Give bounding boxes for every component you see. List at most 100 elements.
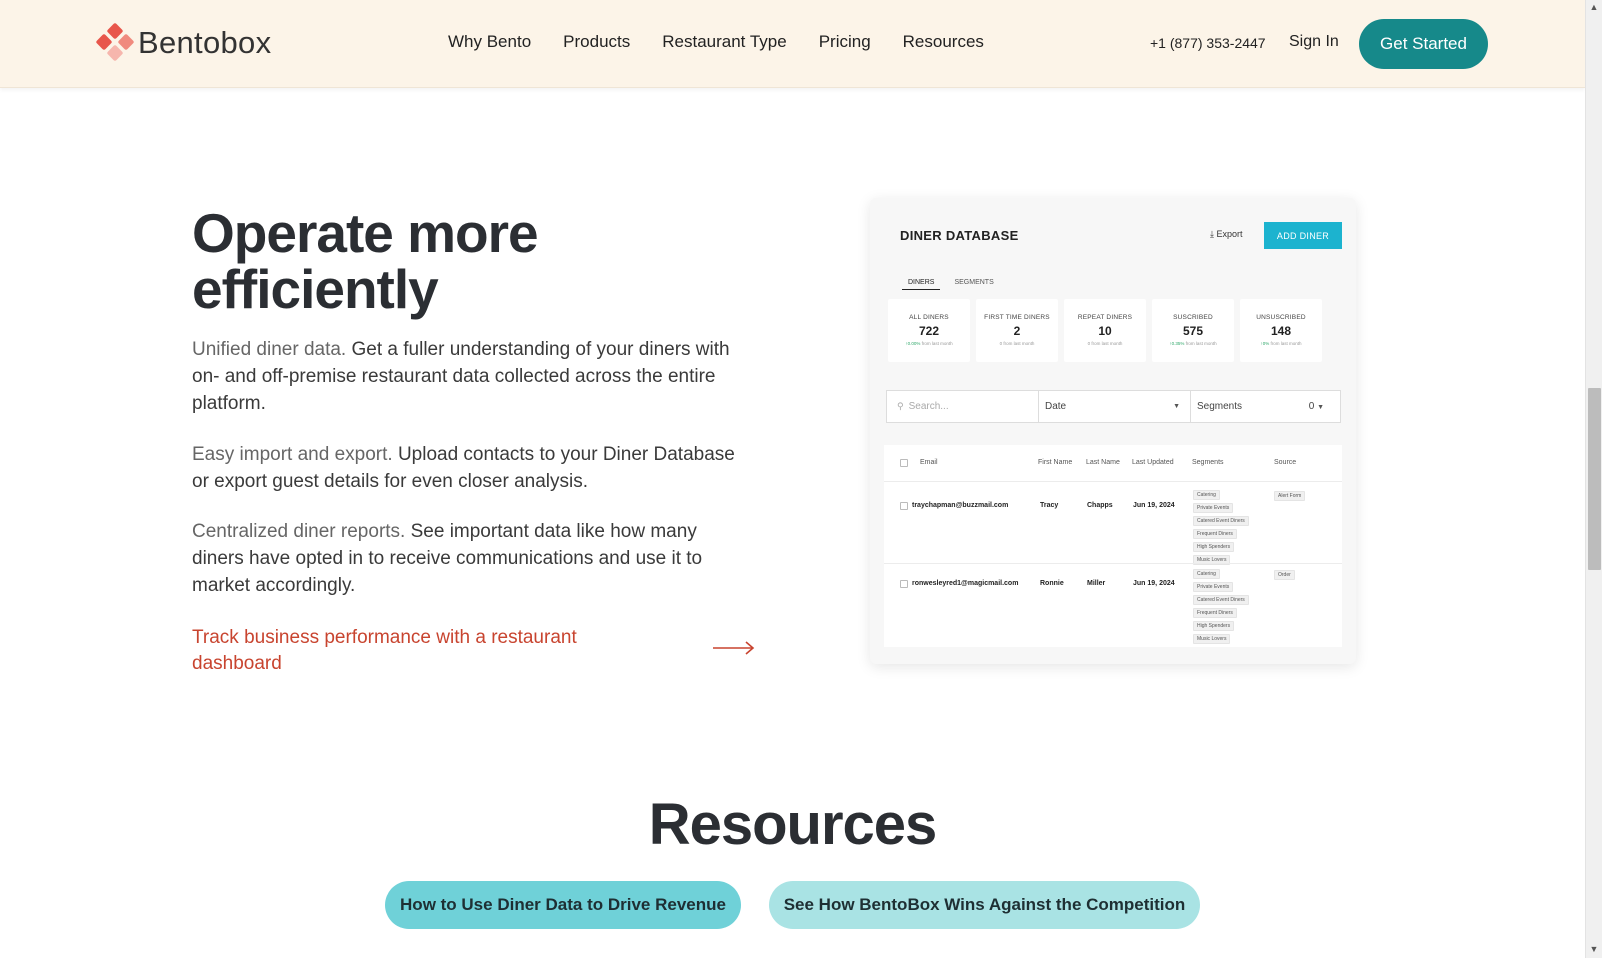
segment-tag: Catering <box>1193 490 1220 500</box>
resource-competition-button[interactable]: See How BentoBox Wins Against the Compet… <box>769 881 1200 929</box>
download-icon: ⤓ <box>1210 229 1214 239</box>
segment-tag: Catering <box>1193 569 1220 579</box>
bento-logo-icon <box>95 22 135 62</box>
main-nav: Why Bento Products Restaurant Type Prici… <box>448 32 1016 52</box>
segment-tag: Frequent Diners <box>1193 608 1237 618</box>
diner-database-title: DINER DATABASE <box>900 228 1019 243</box>
stat-change: 0 from last month <box>976 341 1058 346</box>
scroll-up-icon[interactable]: ▲ <box>1589 2 1599 12</box>
scroll-down-icon[interactable]: ▼ <box>1589 944 1599 954</box>
tab-diners[interactable]: DINERS <box>902 279 941 290</box>
caret-down-icon: ▼ <box>1173 403 1180 410</box>
stat-change: ↑0% from last month <box>1240 341 1322 346</box>
stat-change-text: from last month <box>1185 341 1217 346</box>
stats-row: ALL DINERS 722 ↑0.00% from last month FI… <box>888 299 1322 362</box>
tab-segments[interactable]: SEGMENTS <box>954 279 993 290</box>
segments-dropdown[interactable]: Segments 0 ▼ <box>1191 391 1340 422</box>
select-all-checkbox[interactable] <box>900 459 908 467</box>
filter-bar: ⚲ Search... Date ▼ Segments 0 ▼ <box>886 390 1341 423</box>
column-source[interactable]: Source <box>1274 459 1296 466</box>
stat-change-text: 0 from last month <box>999 341 1035 346</box>
paragraph-import-export: Easy import and export. Upload contacts … <box>192 441 752 495</box>
paragraph-lead: Easy import and export. <box>192 444 393 465</box>
export-label: Export <box>1216 229 1243 239</box>
stat-change-text: 0 from last month <box>1087 341 1123 346</box>
stat-label: UNSUSCRIBED <box>1256 314 1306 321</box>
stat-label: FIRST TIME DINERS <box>984 314 1050 321</box>
stat-value: 2 <box>1013 324 1021 338</box>
search-input[interactable]: ⚲ Search... <box>887 391 1039 422</box>
phone-link[interactable]: +1 (877) 353-2447 <box>1150 35 1266 51</box>
export-button[interactable]: ⤓ Export <box>1210 229 1243 240</box>
segment-tag: Private Events <box>1193 582 1234 592</box>
nav-resources[interactable]: Resources <box>903 32 984 52</box>
diner-database-card: DINER DATABASE ⤓ Export ADD DINER DINERS… <box>870 198 1356 664</box>
nav-why-bento[interactable]: Why Bento <box>448 32 531 52</box>
scroll-thumb[interactable] <box>1588 388 1601 570</box>
date-dropdown[interactable]: Date ▼ <box>1039 391 1191 422</box>
stat-change-up: ↑0% <box>1260 341 1270 346</box>
dashboard-link[interactable]: Track business performance with a restau… <box>192 625 632 677</box>
stat-unsubscribed: UNSUSCRIBED 148 ↑0% from last month <box>1240 299 1322 362</box>
site-header: Bentobox Why Bento Products Restaurant T… <box>0 0 1585 88</box>
diner-email[interactable]: ronwesleyred1@magicmail.com <box>912 580 1018 587</box>
diner-segments: Catering Private Events Catered Event Di… <box>1193 569 1249 644</box>
segment-tag: High Spenders <box>1193 621 1235 631</box>
diner-last-name: Chapps <box>1087 502 1113 509</box>
row-checkbox[interactable] <box>900 580 908 588</box>
nav-restaurant-type[interactable]: Restaurant Type <box>662 32 786 52</box>
diner-first-name: Tracy <box>1040 502 1059 509</box>
diner-source: Order <box>1274 570 1295 580</box>
paragraph-lead: Unified diner data. <box>192 339 347 360</box>
segment-tag: High Spenders <box>1193 542 1235 552</box>
sign-in-link[interactable]: Sign In <box>1289 33 1339 51</box>
diner-last-updated: Jun 19, 2024 <box>1133 502 1175 509</box>
resource-diner-data-button[interactable]: How to Use Diner Data to Drive Revenue <box>385 881 741 929</box>
stat-first-time-diners: FIRST TIME DINERS 2 0 from last month <box>976 299 1058 362</box>
vertical-scrollbar[interactable]: ▲ ▼ <box>1585 0 1602 958</box>
arrow-right-icon[interactable] <box>713 641 755 655</box>
diner-last-name: Miller <box>1087 580 1106 587</box>
stat-label: SUSCRIBED <box>1173 314 1213 321</box>
stat-subscribed: SUSCRIBED 575 ↑0.35% from last month <box>1152 299 1234 362</box>
nav-pricing[interactable]: Pricing <box>819 32 871 52</box>
stat-all-diners: ALL DINERS 722 ↑0.00% from last month <box>888 299 970 362</box>
column-last-updated[interactable]: Last Updated <box>1132 459 1174 466</box>
header-divider <box>884 481 1342 482</box>
section-heading: Operate more efficiently <box>192 202 539 320</box>
brand-logo[interactable]: Bentobox <box>95 22 271 62</box>
add-diner-button[interactable]: ADD DINER <box>1264 222 1342 249</box>
stat-value: 722 <box>918 324 940 338</box>
stat-change: ↑0.35% from last month <box>1152 341 1234 346</box>
resources-heading: Resources <box>648 792 938 857</box>
stat-value: 575 <box>1182 324 1204 338</box>
column-email[interactable]: Email <box>920 459 938 466</box>
nav-products[interactable]: Products <box>563 32 630 52</box>
column-first-name[interactable]: First Name <box>1038 459 1072 466</box>
column-segments[interactable]: Segments <box>1192 459 1224 466</box>
search-icon: ⚲ <box>897 401 904 411</box>
segment-tag: Catered Event Diners <box>1193 516 1249 526</box>
caret-down-icon: ▼ <box>1317 404 1324 411</box>
stat-change: ↑0.00% from last month <box>888 341 970 346</box>
diner-first-name: Ronnie <box>1040 580 1064 587</box>
date-label: Date <box>1045 401 1067 412</box>
stat-change-up: ↑0.00% <box>905 341 921 346</box>
paragraph-reports: Centralized diner reports. See important… <box>192 518 752 599</box>
column-last-name[interactable]: Last Name <box>1086 459 1120 466</box>
stat-label: REPEAT DINERS <box>1077 314 1133 321</box>
diner-table: Email First Name Last Name Last Updated … <box>884 445 1342 647</box>
stat-value: 148 <box>1270 324 1292 338</box>
segment-tag: Music Lovers <box>1193 634 1231 644</box>
diner-source: Alert Form <box>1274 491 1306 501</box>
diner-email[interactable]: traychapman@buzzmail.com <box>912 502 1008 509</box>
row-divider <box>884 563 1342 564</box>
segments-count-wrap: 0 ▼ <box>1309 401 1324 412</box>
stat-label: ALL DINERS <box>909 314 949 321</box>
search-placeholder: Search... <box>908 401 949 412</box>
stat-value: 10 <box>1098 324 1112 338</box>
paragraph-unified-data: Unified diner data. Get a fuller underst… <box>192 336 752 417</box>
diner-last-updated: Jun 19, 2024 <box>1133 580 1175 587</box>
get-started-button[interactable]: Get Started <box>1359 19 1488 69</box>
row-checkbox[interactable] <box>900 502 908 510</box>
